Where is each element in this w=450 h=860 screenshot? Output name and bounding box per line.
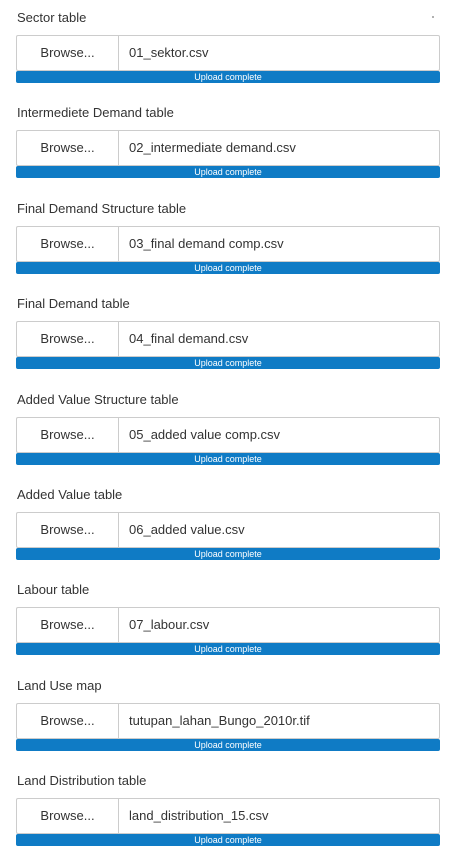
file-upload-panel: Sector table Browse... 01_sektor.csv Upl… <box>0 0 450 860</box>
file-input-row: Browse... 01_sektor.csv <box>16 35 440 71</box>
file-name-field[interactable]: 05_added value comp.csv <box>118 417 440 453</box>
scroll-indicator <box>432 16 434 18</box>
browse-button[interactable]: Browse... <box>16 512 118 548</box>
file-input-row: Browse... 03_final demand comp.csv <box>16 226 440 262</box>
browse-button[interactable]: Browse... <box>16 130 118 166</box>
upload-status-text: Upload complete <box>194 740 262 750</box>
upload-status-text: Upload complete <box>194 835 262 845</box>
file-input-row: Browse... land_distribution_15.csv <box>16 798 440 834</box>
upload-status-text: Upload complete <box>194 644 262 654</box>
browse-button[interactable]: Browse... <box>16 417 118 453</box>
browse-button[interactable]: Browse... <box>16 321 118 357</box>
file-name-field[interactable]: 03_final demand comp.csv <box>118 226 440 262</box>
browse-button[interactable]: Browse... <box>16 798 118 834</box>
upload-progress-bar: Upload complete <box>16 357 440 369</box>
upload-progress-bar: Upload complete <box>16 739 440 751</box>
file-name-field[interactable]: 06_added value.csv <box>118 512 440 548</box>
file-input-row: Browse... 02_intermediate demand.csv <box>16 130 440 166</box>
upload-progress-bar: Upload complete <box>16 453 440 465</box>
upload-label: Sector table <box>17 10 87 25</box>
browse-button[interactable]: Browse... <box>16 703 118 739</box>
upload-status-text: Upload complete <box>194 72 262 82</box>
upload-progress-bar: Upload complete <box>16 71 440 83</box>
file-input-row: Browse... 06_added value.csv <box>16 512 440 548</box>
file-name-field[interactable]: 07_labour.csv <box>118 607 440 643</box>
upload-status-text: Upload complete <box>194 549 262 559</box>
upload-label: Final Demand table <box>17 296 130 311</box>
upload-status-text: Upload complete <box>194 167 262 177</box>
file-input-row: Browse... tutupan_lahan_Bungo_2010r.tif <box>16 703 440 739</box>
upload-status-text: Upload complete <box>194 454 262 464</box>
upload-label: Added Value table <box>17 487 123 502</box>
file-name-field[interactable]: land_distribution_15.csv <box>118 798 440 834</box>
file-name-field[interactable]: 04_final demand.csv <box>118 321 440 357</box>
upload-label: Labour table <box>17 582 90 597</box>
file-input-row: Browse... 07_labour.csv <box>16 607 440 643</box>
upload-progress-bar: Upload complete <box>16 643 440 655</box>
file-name-field[interactable]: 02_intermediate demand.csv <box>118 130 440 166</box>
upload-label: Land Distribution table <box>17 773 147 788</box>
file-name-field[interactable]: 01_sektor.csv <box>118 35 440 71</box>
upload-progress-bar: Upload complete <box>16 166 440 178</box>
upload-progress-bar: Upload complete <box>16 262 440 274</box>
browse-button[interactable]: Browse... <box>16 35 118 71</box>
upload-label: Intermediete Demand table <box>17 105 174 120</box>
upload-label: Final Demand Structure table <box>17 201 187 216</box>
upload-progress-bar: Upload complete <box>16 834 440 846</box>
file-input-row: Browse... 04_final demand.csv <box>16 321 440 357</box>
upload-label: Added Value Structure table <box>17 392 179 407</box>
file-name-field[interactable]: tutupan_lahan_Bungo_2010r.tif <box>118 703 440 739</box>
upload-status-text: Upload complete <box>194 358 262 368</box>
browse-button[interactable]: Browse... <box>16 607 118 643</box>
upload-progress-bar: Upload complete <box>16 548 440 560</box>
browse-button[interactable]: Browse... <box>16 226 118 262</box>
upload-label: Land Use map <box>17 678 102 693</box>
file-input-row: Browse... 05_added value comp.csv <box>16 417 440 453</box>
upload-status-text: Upload complete <box>194 263 262 273</box>
